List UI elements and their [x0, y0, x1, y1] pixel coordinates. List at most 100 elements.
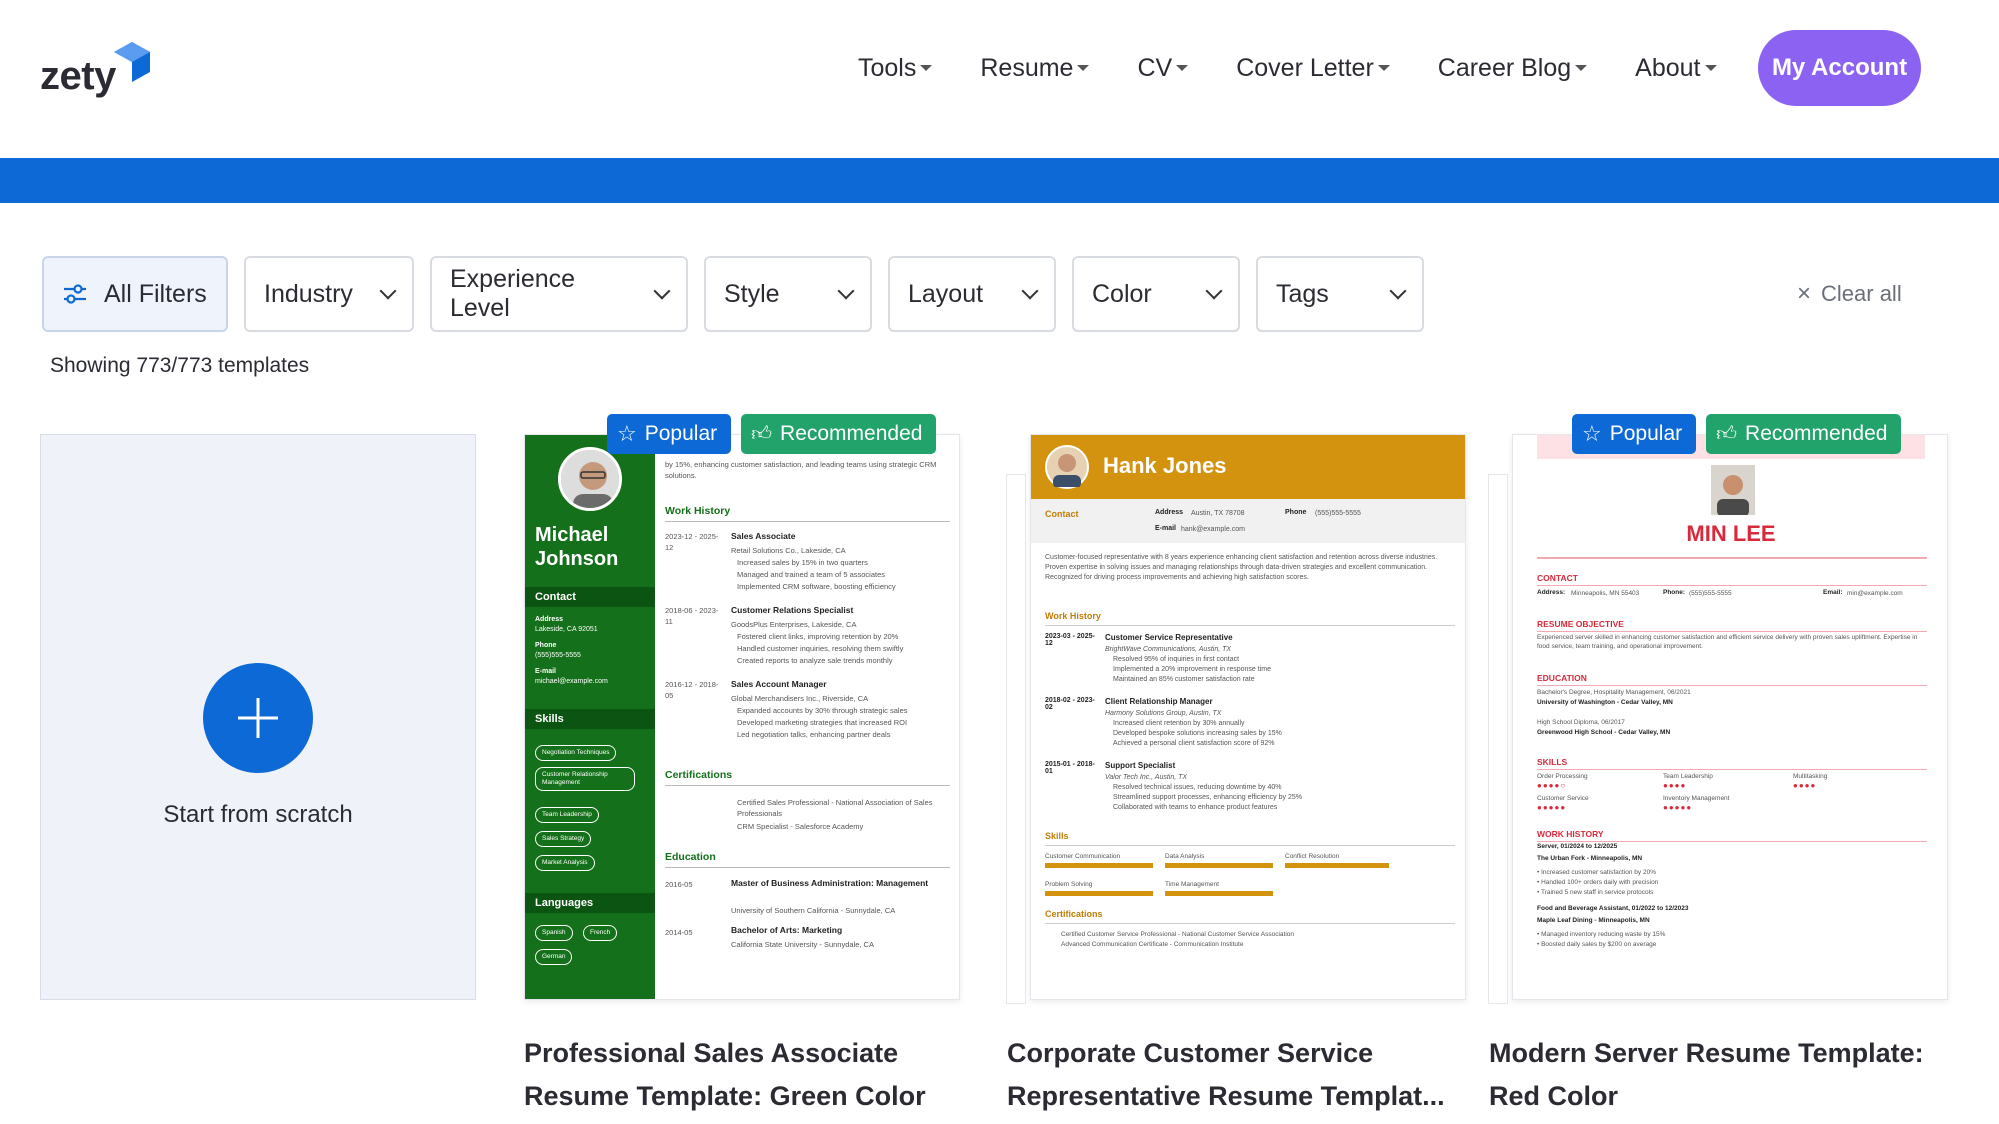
job-bullet: Maintained an 85% customer satisfaction … — [1113, 676, 1255, 683]
nav-cover-letter[interactable]: Cover Letter — [1236, 48, 1390, 88]
all-filters-label: All Filters — [104, 279, 207, 308]
edu-item: University of Washington - Cedar Valley,… — [1537, 699, 1673, 706]
address-value: Minneapolis, MN 55403 — [1571, 590, 1640, 597]
nav-career-blog[interactable]: Career Blog — [1438, 48, 1588, 88]
skill-label: Customer Communication — [1045, 853, 1121, 860]
section-divider — [1537, 685, 1927, 686]
template-card-orange[interactable]: Hank Jones Contact Address Austin, TX 78… — [1030, 434, 1466, 1000]
skill-bar — [1285, 863, 1389, 868]
languages-heading: Languages — [525, 893, 655, 913]
nav-about[interactable]: About — [1635, 48, 1717, 88]
cert-item: Advanced Communication Certificate - Com… — [1061, 941, 1244, 948]
job-company: Global Merchandisers Inc., Riverside, CA — [731, 694, 869, 703]
recommended-label: Recommended — [780, 422, 923, 445]
email-value: min@example.com — [1847, 590, 1903, 597]
job-title: Support Specialist — [1105, 761, 1176, 770]
caret-down-icon — [1575, 65, 1588, 71]
work-line: Maple Leaf Dining - Minneapolis, MN — [1537, 917, 1650, 924]
popular-badge: ☆ Popular — [1572, 414, 1697, 454]
zety-logo[interactable]: zety — [40, 40, 152, 96]
skills-heading: SKILLS — [1537, 757, 1568, 767]
skill-pill: Customer Relationship Management — [535, 767, 635, 791]
recommended-label: Recommended — [1745, 422, 1888, 445]
filter-layout[interactable]: Layout — [888, 256, 1056, 332]
template-title[interactable]: Modern Server Resume Template: Red Color — [1489, 1032, 1929, 1118]
edu-school: University of Southern California - Sunn… — [731, 906, 896, 915]
all-filters-button[interactable]: All Filters — [42, 256, 228, 332]
nav-cv[interactable]: CV — [1137, 48, 1189, 88]
my-account-button[interactable]: My Account — [1758, 30, 1921, 106]
language-pill: German — [535, 949, 573, 965]
email-value: michael@example.com — [535, 678, 608, 685]
resume-last-name: Johnson — [535, 548, 619, 570]
filter-bar: All Filters Industry Experience Level St… — [42, 256, 1424, 332]
section-divider — [1537, 631, 1927, 632]
logo-text: zety — [40, 54, 116, 98]
nav-about-label: About — [1635, 53, 1701, 82]
cert-item: CRM Specialist - Salesforce Academy — [737, 822, 864, 831]
skills-heading: Skills — [1045, 831, 1069, 841]
chevron-down-icon — [1021, 282, 1039, 300]
job-title: Customer Service Representative — [1105, 633, 1233, 642]
job-bullet: Created reports to analyze sale trends m… — [737, 656, 893, 665]
edu-degree: Master of Business Administration: Manag… — [731, 878, 929, 888]
email-label: E-mail — [1155, 525, 1177, 532]
resume-name: MIN LEE — [1686, 521, 1776, 546]
filter-color[interactable]: Color — [1072, 256, 1240, 332]
section-divider — [1045, 625, 1455, 626]
start-from-scratch-label: Start from scratch — [163, 801, 353, 828]
template-card-red[interactable]: MIN LEE CONTACT Address: Minneapolis, MN… — [1512, 434, 1948, 1000]
skill-pill: Team Leadership — [535, 807, 599, 823]
filter-industry[interactable]: Industry — [244, 256, 414, 332]
section-divider — [665, 867, 950, 868]
objective-heading: RESUME OBJECTIVE — [1537, 619, 1624, 629]
nav-tools[interactable]: Tools — [858, 48, 933, 88]
work-history-heading: WORK HISTORY — [1537, 829, 1604, 839]
site-header: zety Tools Resume CV Cover Letter Career… — [0, 0, 1999, 158]
address-label: Address — [535, 616, 564, 623]
start-from-scratch-card[interactable]: Start from scratch — [40, 434, 476, 1000]
filter-tags-label: Tags — [1276, 279, 1329, 308]
edu-year: 2016-05 — [665, 880, 693, 889]
resume-preview: Michael Johnson Contact Address Lakeside,… — [524, 434, 960, 1000]
email-label: Email: — [1823, 589, 1843, 596]
job-dates: 2018-06 - 2023-11 — [665, 606, 719, 626]
caret-down-icon — [1077, 65, 1090, 71]
recommended-badge: 👍︎ Recommended — [741, 414, 937, 454]
chevron-down-icon — [1389, 282, 1407, 300]
job-bullet: Managed and trained a team of 5 associat… — [737, 570, 886, 579]
clear-all-button[interactable]: × Clear all — [1797, 280, 1902, 308]
job-title: Customer Relations Specialist — [731, 605, 854, 615]
page: zety Tools Resume CV Cover Letter Career… — [0, 0, 1999, 1124]
work-line: • Boosted daily sales by $200 on average — [1537, 941, 1657, 948]
language-pill: Spanish — [535, 925, 573, 941]
skill-rating: ●●●●● — [1537, 803, 1567, 812]
contact-band — [1031, 499, 1465, 543]
template-title[interactable]: Corporate Customer Service Representativ… — [1007, 1032, 1447, 1118]
job-bullet: Implemented CRM software, boosting effic… — [737, 582, 896, 591]
template-card-green[interactable]: Michael Johnson Contact Address Lakeside,… — [524, 434, 960, 1000]
sliders-icon — [64, 284, 86, 304]
filter-experience-level[interactable]: Experience Level — [430, 256, 688, 332]
filter-tags[interactable]: Tags — [1256, 256, 1424, 332]
skill-pill: Negotiation Techniques — [535, 745, 617, 761]
profile-photo — [1045, 445, 1089, 489]
job-company: Retail Solutions Co., Lakeside, CA — [731, 546, 846, 555]
resume-name: Hank Jones — [1103, 453, 1227, 478]
job-dates: 2023-03 - 2025-12 — [1045, 633, 1095, 647]
email-label: E-mail — [535, 668, 557, 675]
job-bullet: Developed marketing strategies that incr… — [737, 718, 908, 727]
nav-resume-label: Resume — [980, 53, 1074, 82]
filter-style[interactable]: Style — [704, 256, 872, 332]
popular-label: Popular — [1609, 422, 1683, 445]
job-dates: 2015-01 - 2018-01 — [1045, 761, 1095, 775]
address-value: Austin, TX 78708 — [1191, 510, 1245, 517]
contact-heading: Contact — [1045, 509, 1079, 519]
nav-resume[interactable]: Resume — [980, 48, 1090, 88]
caret-down-icon — [920, 65, 933, 71]
section-divider — [665, 785, 950, 786]
template-title[interactable]: Professional Sales Associate Resume Temp… — [524, 1032, 964, 1118]
job-bullet: Achieved a personal client satisfaction … — [1113, 740, 1275, 747]
objective-text: Experienced server skilled in enhancing … — [1537, 634, 1918, 650]
section-divider — [1045, 923, 1455, 924]
